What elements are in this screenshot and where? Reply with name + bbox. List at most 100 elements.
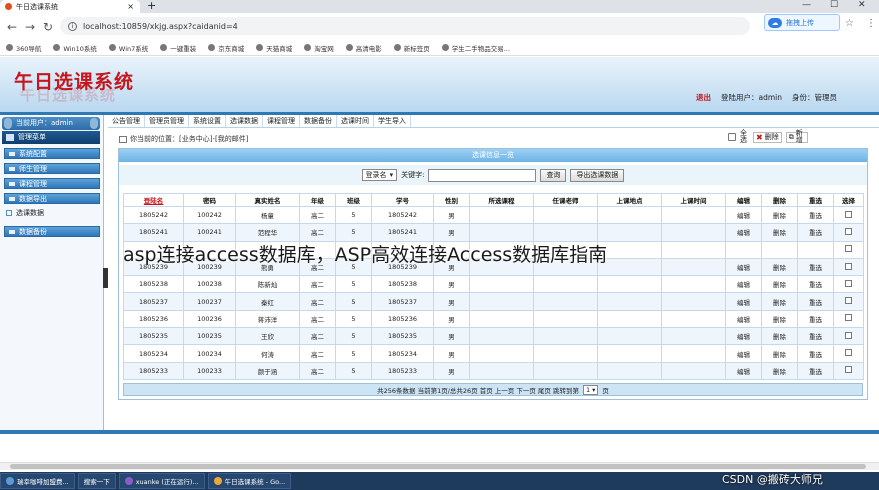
edit-link[interactable] [725,240,762,259]
back-icon[interactable]: ← [6,20,18,34]
bookmark-item[interactable]: 一键重装 [160,43,196,53]
bookmark-item[interactable]: 高清电影 [345,43,382,53]
bookmark-item[interactable]: 学生二手物品交易... [441,43,510,53]
edit-link[interactable]: 编辑 [725,292,762,311]
delete-link[interactable]: 删除 [761,223,798,242]
bookmark-item[interactable]: Win10系统 [53,43,97,53]
reselect-link[interactable]: 重选 [797,361,834,380]
reselect-link[interactable]: 重选 [797,257,834,277]
browser-tab[interactable]: 午日选课系统 × [0,0,140,13]
browser-menu-icon[interactable]: ⋮ [866,18,876,29]
edit-link[interactable]: 编辑 [725,361,762,380]
bookmark-item[interactable]: Win7系统 [108,43,148,53]
delete-link[interactable]: 删除 [761,275,798,294]
row-checkbox[interactable] [845,279,852,287]
tab-selection-time[interactable]: 选课时间 [337,115,374,127]
edit-link[interactable]: 编辑 [725,309,762,329]
reselect-link[interactable]: 重选 [797,275,834,294]
reselect-link[interactable]: 重选 [797,309,834,329]
keyword-input[interactable] [428,168,537,182]
field-select[interactable]: 登录名 ▾ [361,169,398,181]
search-button[interactable]: 查询 [540,168,567,182]
bookmark-icon [208,44,216,51]
maximize-icon[interactable]: ☐ [830,0,838,10]
logout-link[interactable]: 退出 [696,92,711,103]
edit-link[interactable]: 编辑 [725,257,762,277]
page-select[interactable]: 1 ▾ [583,384,599,395]
row-checkbox[interactable] [845,210,852,218]
tab-selection-data[interactable]: 选课数据 [226,115,263,127]
taskbar-item-vs[interactable]: xuanke (正在运行)... [118,473,205,489]
delete-link[interactable]: 删除 [761,257,798,277]
sidebar-item-backup[interactable]: 数据备份 [4,226,100,237]
close-window-icon[interactable]: ✕ [858,0,866,10]
row-checkbox[interactable] [845,297,852,305]
delete-link[interactable]: 删除 [761,327,798,346]
edit-link[interactable]: 编辑 [725,275,762,294]
delete-link[interactable]: 删除 [761,309,798,329]
tab-backup[interactable]: 数据备份 [300,115,337,127]
sidebar-collapse-handle[interactable] [103,268,108,288]
sidebar-item-teachers-students[interactable]: 师生管理 [4,163,100,174]
bookmark-item[interactable]: 天猫商城 [256,43,292,53]
address-bar[interactable]: i localhost:10859/xkjg.aspx?caidanid=4 [60,17,750,35]
delete-link[interactable]: 删除 [761,361,798,380]
edit-link[interactable]: 编辑 [725,223,762,242]
column-header[interactable]: 登陆名 [123,193,184,207]
bookmark-item[interactable]: 360导航 [6,43,41,53]
reselect-link[interactable]: 重选 [797,205,834,225]
reload-icon[interactable]: ↻ [42,20,54,34]
row-checkbox[interactable] [845,245,852,253]
reselect-link[interactable]: 重选 [797,292,834,311]
delete-link[interactable]: 删除 [761,344,798,363]
forward-icon[interactable]: → [24,20,36,34]
edit-link[interactable]: 编辑 [725,344,762,363]
table-cell: 100236 [183,309,236,329]
close-tab-icon[interactable]: × [127,2,134,11]
edit-link[interactable]: 编辑 [725,327,762,346]
row-checkbox[interactable] [845,262,852,270]
row-checkbox[interactable] [845,349,852,357]
row-checkbox[interactable] [845,331,852,339]
row-checkbox[interactable] [845,366,852,374]
tab-student-import[interactable]: 学生导入 [374,115,411,127]
export-button[interactable]: 导出选课数据 [570,168,625,182]
tab-admins[interactable]: 管理员管理 [145,115,189,127]
ie-icon [6,477,14,485]
taskbar-search[interactable]: 搜索一下 [77,473,116,489]
minimize-icon[interactable]: — [802,0,811,10]
sidebar-subitem-selection-data[interactable]: 选课数据 [6,208,44,218]
add-label: 新增 [795,129,803,144]
sidebar-item-courses[interactable]: 课程管理 [4,178,100,189]
bookmark-item[interactable]: 新标签页 [393,43,430,53]
edit-link[interactable]: 编辑 [725,205,762,225]
scrollbar-thumb[interactable] [10,464,866,469]
delete-link[interactable]: 删除 [761,292,798,311]
sidebar-item-system-config[interactable]: 系统配置 [4,148,100,159]
delete-button[interactable]: ✖ 删除 [753,131,782,143]
taskbar-item-ie[interactable]: 瑞幸咖啡加盟费... [0,473,75,489]
bookmark-item[interactable]: 淘宝网 [304,43,334,53]
row-checkbox[interactable] [845,314,852,322]
tab-settings[interactable]: 系统设置 [189,115,226,127]
reselect-link[interactable]: 重选 [797,327,834,346]
bookmark-item[interactable]: 京东商城 [208,43,244,53]
reselect-link[interactable] [797,240,834,259]
horizontal-scrollbar[interactable] [0,462,879,470]
reselect-link[interactable]: 重选 [797,344,834,363]
table-cell [469,223,534,242]
site-info-icon[interactable]: i [68,21,77,31]
reselect-link[interactable]: 重选 [797,223,834,242]
bookmark-star-icon[interactable]: ☆ [845,18,854,29]
add-button[interactable]: ⧉ 新增 [785,129,808,144]
baidu-upload-button[interactable]: ☁ 拖拽上传 [764,14,840,31]
delete-link[interactable] [761,240,798,259]
taskbar-item-chrome[interactable]: 午日选课系统 - Go... [207,473,292,489]
row-checkbox[interactable] [845,227,852,235]
tab-announcements[interactable]: 公告管理 [108,115,145,127]
new-tab-button[interactable]: + [147,0,156,12]
sidebar-item-data-export[interactable]: 数据导出 [4,193,100,204]
tab-courses[interactable]: 课程管理 [263,115,300,127]
delete-link[interactable]: 删除 [761,205,798,225]
select-all-checkbox[interactable] [728,133,736,141]
